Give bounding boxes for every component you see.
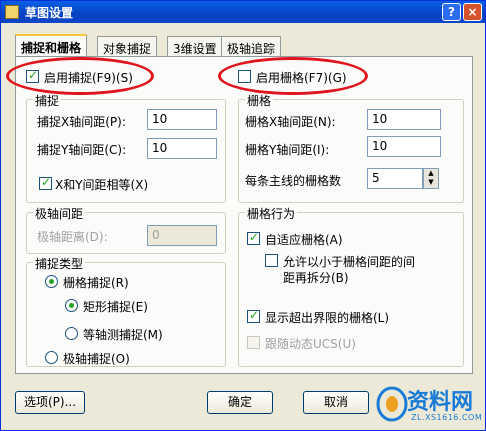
beyond-limits-checkbox[interactable]: [247, 308, 260, 323]
spin-down-icon[interactable]: ▼: [424, 178, 438, 187]
iso-snap-label: 等轴测捕捉(M): [83, 328, 163, 342]
polar-spacing-group: 极轴间距 极轴距离(D): 0: [26, 205, 226, 254]
options-button[interactable]: 选项(P)...: [15, 391, 85, 414]
grid-snap-label: 栅格捕捉(R): [63, 276, 129, 290]
iso-snap-radio[interactable]: [65, 327, 78, 340]
close-button[interactable]: ×: [463, 3, 482, 21]
subdivide-label-line1: 允许以小于栅格间距的间: [283, 255, 416, 269]
grid-group: 栅格 栅格X轴间距(N): 10 栅格Y轴间距(I): 10 每条主线的栅格数 …: [238, 92, 464, 203]
highlight-oval-snap: [6, 57, 154, 95]
snap-y-input[interactable]: 10: [147, 138, 217, 159]
window-title: 草图设置: [25, 6, 74, 20]
snap-type-title: 捕捉类型: [33, 255, 86, 272]
grid-y-input[interactable]: 10: [367, 136, 441, 157]
snap-group: 捕捉 捕捉X轴间距(P): 10 捕捉Y轴间距(C): 10 X和Y间距相等(X…: [26, 92, 226, 203]
equal-spacing-label: X和Y间距相等(X): [55, 178, 149, 192]
snap-y-label: 捕捉Y轴间距(C):: [37, 143, 127, 157]
watermark-text: 资料网: [407, 390, 474, 415]
adaptive-grid-label: 自适应栅格(A): [265, 233, 343, 247]
grid-group-title: 栅格: [245, 92, 274, 109]
snap-x-input[interactable]: 10: [147, 109, 217, 130]
adaptive-grid-checkbox[interactable]: [247, 230, 260, 245]
polar-snap-radio[interactable]: [45, 351, 58, 364]
polar-spacing-title: 极轴间距: [33, 205, 86, 222]
tab-snap-and-grid[interactable]: 捕捉和栅格: [15, 34, 88, 57]
beyond-limits-label: 显示超出界限的栅格(L): [265, 311, 390, 325]
grid-behavior-title: 栅格行为: [245, 205, 298, 222]
rect-snap-label: 矩形捕捉(E): [83, 300, 148, 314]
cancel-button[interactable]: 取消: [303, 391, 369, 414]
grid-behavior-group: 栅格行为 自适应栅格(A) 允许以小于栅格间距的间 距再拆分(B) 显示超出界限…: [238, 205, 464, 367]
tab-3d-settings[interactable]: 3维设置: [167, 36, 223, 56]
ok-button[interactable]: 确定: [207, 391, 273, 414]
highlight-oval-grid: [218, 57, 368, 95]
grid-major-label: 每条主线的栅格数: [245, 174, 342, 188]
grid-x-label: 栅格X轴间距(N):: [245, 115, 336, 129]
snap-x-label: 捕捉X轴间距(P):: [37, 115, 126, 129]
drafting-settings-dialog: 草图设置 ? × 捕捉和栅格 对象捕捉 3维设置 极轴追踪 启用捕捉(F9)(S…: [0, 0, 486, 431]
grid-x-input[interactable]: 10: [367, 109, 441, 130]
grid-snap-radio[interactable]: [45, 275, 58, 288]
polar-distance-label: 极轴距离(D):: [37, 230, 108, 244]
grid-major-input[interactable]: 5: [367, 168, 423, 189]
title-bar: 草图设置 ? ×: [1, 1, 485, 23]
snap-type-group: 捕捉类型 栅格捕捉(R) 矩形捕捉(E) 等轴测捕捉(M) 极轴捕捉(O): [26, 255, 226, 367]
watermark-swirl-icon: [376, 386, 408, 422]
snap-group-title: 捕捉: [33, 92, 62, 109]
rect-snap-radio[interactable]: [65, 299, 78, 312]
watermark-logo: 资料网 ZL.XS1616.COM: [375, 380, 485, 430]
tab-panel: 启用捕捉(F9)(S) 启用栅格(F7)(G) 捕捉 捕捉X轴间距(P): 10…: [6, 56, 473, 374]
watermark-url: ZL.XS1616.COM: [411, 413, 483, 422]
tab-polar-tracking[interactable]: 极轴追踪: [221, 36, 282, 56]
follow-ucs-checkbox[interactable]: [247, 336, 260, 349]
spin-up-icon[interactable]: ▲: [424, 169, 438, 178]
subdivide-checkbox[interactable]: [265, 254, 278, 267]
grid-major-spinner[interactable]: ▲ ▼: [423, 168, 439, 189]
polar-distance-input[interactable]: 0: [147, 225, 217, 246]
follow-ucs-label: 跟随动态UCS(U): [265, 337, 356, 351]
tab-object-snap[interactable]: 对象捕捉: [97, 36, 158, 56]
polar-snap-label: 极轴捕捉(O): [63, 352, 130, 366]
app-icon: [5, 5, 19, 19]
help-button[interactable]: ?: [442, 3, 461, 21]
equal-spacing-checkbox[interactable]: [39, 175, 52, 190]
subdivide-label-line2: 距再拆分(B): [283, 271, 349, 285]
grid-y-label: 栅格Y轴间距(I):: [245, 143, 330, 157]
